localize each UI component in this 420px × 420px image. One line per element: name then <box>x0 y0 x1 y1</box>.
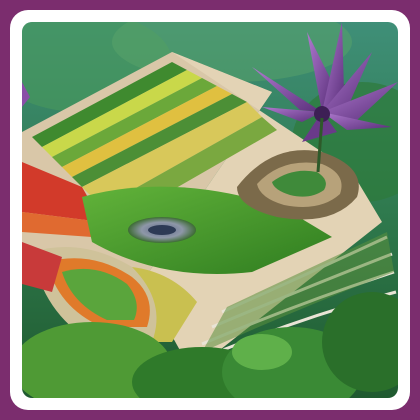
outer-frame <box>0 0 420 420</box>
garden-artwork <box>22 22 398 398</box>
